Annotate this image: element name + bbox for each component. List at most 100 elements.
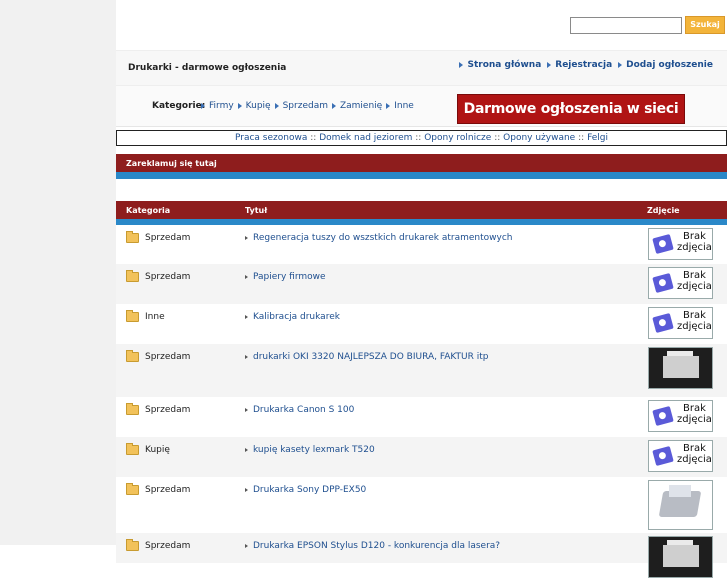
category-text: Kupię: [145, 445, 170, 455]
camera-icon: [652, 445, 674, 467]
search-button[interactable]: Szukaj: [685, 16, 725, 34]
arrow-right-icon: [274, 103, 279, 109]
no-photo-label-line: zdjęcia: [677, 321, 712, 332]
listing-photo-thumbnail[interactable]: [648, 480, 713, 530]
folder-icon: [126, 310, 139, 322]
related-link[interactable]: Domek nad jeziorem: [319, 133, 412, 143]
category-text: Sprzedam: [145, 405, 191, 415]
category-link-firmy[interactable]: Firmy: [209, 101, 234, 111]
listing-title-link[interactable]: kupię kasety lexmark T520: [253, 445, 375, 455]
no-photo-label-line: Brak: [683, 310, 706, 321]
table-header: Kategoria Tytuł Zdjęcie: [116, 201, 727, 219]
listing-photo-thumbnail[interactable]: [648, 347, 713, 389]
no-photo-placeholder[interactable]: Brak zdjęcia: [648, 228, 713, 260]
column-header-category: Kategoria: [126, 206, 171, 215]
row-category: Kupię: [126, 443, 170, 455]
category-link-inne[interactable]: Inne: [394, 101, 414, 111]
arrow-right-icon: [245, 408, 248, 412]
row-category: Sprzedam: [126, 231, 190, 243]
no-photo-label: Brak zdjęcia: [677, 403, 712, 425]
nav-add-ad-link[interactable]: Dodaj ogłoszenie: [626, 60, 713, 70]
category-links: Firmy Kupię Sprzedam Zamienię Inne: [201, 101, 414, 111]
category-text: Sprzedam: [145, 272, 191, 282]
arrow-right-icon: [547, 62, 552, 68]
category-link-kupie[interactable]: Kupię: [246, 101, 271, 111]
category-text: Inne: [145, 312, 165, 322]
listing-title-link[interactable]: Papiery firmowe: [253, 272, 326, 282]
arrow-right-icon: [245, 355, 248, 359]
link-separator: ::: [415, 133, 422, 143]
listing-title-link[interactable]: Kalibracja drukarek: [253, 312, 340, 322]
arrow-right-icon: [245, 488, 248, 492]
folder-icon: [126, 270, 139, 282]
header-bar: Drukarki - darmowe ogłoszenia Strona głó…: [116, 50, 727, 86]
no-photo-placeholder[interactable]: Brak zdjęcia: [648, 400, 713, 432]
row-category: Inne: [126, 310, 165, 322]
no-photo-label: Brak zdjęcia: [677, 270, 712, 292]
category-link-zamienie[interactable]: Zamienię: [340, 101, 382, 111]
listing-title-link[interactable]: Regeneracja tuszy do wszstkich drukarek …: [253, 233, 513, 243]
no-photo-label-line: Brak: [683, 443, 706, 454]
table-row: Sprzedam Drukarka Canon S 100 Brak zdjęcia: [116, 397, 727, 437]
no-photo-label-line: zdjęcia: [677, 454, 712, 465]
folder-icon: [126, 403, 139, 415]
listing-title-link[interactable]: Drukarka EPSON Stylus D120 - konkurencja…: [253, 541, 500, 551]
no-photo-placeholder[interactable]: Brak zdjęcia: [648, 267, 713, 299]
row-title: Drukarka EPSON Stylus D120 - konkurencja…: [245, 541, 500, 551]
link-separator: ::: [310, 133, 317, 143]
folder-icon: [126, 231, 139, 243]
table-row: Inne Kalibracja drukarek Brak zdjęcia: [116, 304, 727, 344]
no-photo-placeholder[interactable]: Brak zdjęcia: [648, 307, 713, 339]
arrow-right-icon: [201, 103, 205, 109]
nav-register-link[interactable]: Rejestracja: [555, 60, 612, 70]
table-row: Sprzedam Regeneracja tuszy do wszstkich d…: [116, 225, 727, 264]
listing-title-link[interactable]: Drukarka Canon S 100: [253, 405, 354, 415]
no-photo-placeholder[interactable]: Brak zdjęcia: [648, 440, 713, 472]
row-category: Sprzedam: [126, 270, 191, 282]
nav-home-link[interactable]: Strona główna: [467, 60, 541, 70]
no-photo-label-line: zdjęcia: [677, 414, 712, 425]
row-category: Sprzedam: [126, 539, 190, 551]
table-row: Sprzedam drukarki OKI 3320 NAJLEPSZA DO B…: [116, 344, 727, 397]
arrow-right-icon: [245, 448, 248, 452]
search-input[interactable]: [570, 17, 682, 34]
table-row: Sprzedam Drukarka EPSON Stylus D120 - kon…: [116, 533, 727, 578]
page-title: Drukarki - darmowe ogłoszenia: [128, 63, 287, 73]
related-link[interactable]: Felgi: [587, 133, 608, 143]
category-text: Sprzedam: [145, 485, 191, 495]
related-links-box: Praca sezonowa :: Domek nad jeziorem :: …: [116, 130, 727, 146]
arrow-right-icon: [245, 315, 248, 319]
arrow-right-icon: [618, 62, 623, 68]
no-photo-label-line: Brak: [683, 270, 706, 281]
listing-photo-thumbnail[interactable]: [648, 536, 713, 578]
row-category: Sprzedam: [126, 403, 191, 415]
ad-bar: Zareklamuj się tutaj: [116, 154, 727, 172]
category-link-sprzedam[interactable]: Sprzedam: [283, 101, 328, 111]
arrow-right-icon: [459, 62, 464, 68]
printer-image: [663, 545, 699, 567]
arrow-right-icon: [245, 275, 248, 279]
related-link[interactable]: Opony używane: [503, 133, 575, 143]
no-photo-label: Brak zdjęcia: [677, 310, 712, 332]
folder-icon: [126, 443, 139, 455]
listing-title-link[interactable]: Drukarka Sony DPP-EX50: [253, 485, 366, 495]
row-title: Drukarka Sony DPP-EX50: [245, 485, 366, 495]
no-photo-label: Brak zdjęcia: [677, 231, 712, 253]
categories-label: Kategorie:: [152, 101, 206, 111]
link-separator: ::: [494, 133, 501, 143]
category-bar: Kategorie: Firmy Kupię Sprzedam Zamienię…: [116, 86, 727, 145]
table-row: Kupię kupię kasety lexmark T520 Brak zdjęci…: [116, 437, 727, 477]
table-row: Sprzedam Drukarka Sony DPP-EX50: [116, 477, 727, 533]
no-photo-label-line: Brak: [683, 231, 706, 242]
promo-banner[interactable]: Darmowe ogłoszenia w sieci !!: [457, 94, 685, 145]
related-link[interactable]: Opony rolnicze: [424, 133, 491, 143]
category-text: Sprzedam: [145, 352, 191, 362]
folder-icon: [126, 539, 139, 551]
ad-bar-link[interactable]: Zareklamuj się tutaj: [126, 159, 217, 168]
arrow-right-icon: [237, 103, 242, 109]
left-margin: [0, 0, 116, 545]
related-link[interactable]: Praca sezonowa: [235, 133, 307, 143]
folder-icon: [126, 483, 139, 495]
row-category: Sprzedam: [126, 350, 191, 362]
listing-title-link[interactable]: drukarki OKI 3320 NAJLEPSZA DO BIURA, FA…: [253, 352, 489, 362]
